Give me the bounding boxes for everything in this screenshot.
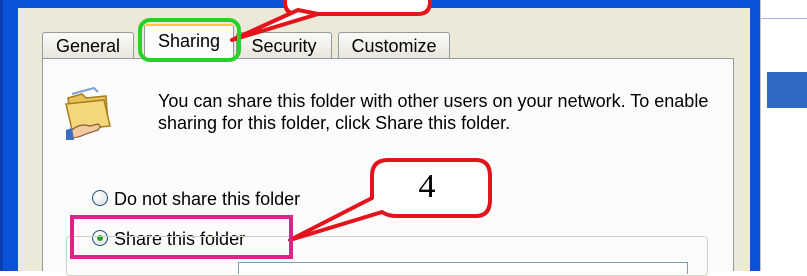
sharing-tab-highlight [138, 18, 241, 62]
share-option-highlight [70, 215, 293, 259]
step-four-number: 4 [418, 168, 436, 205]
top-callout-pointer [230, 8, 320, 42]
